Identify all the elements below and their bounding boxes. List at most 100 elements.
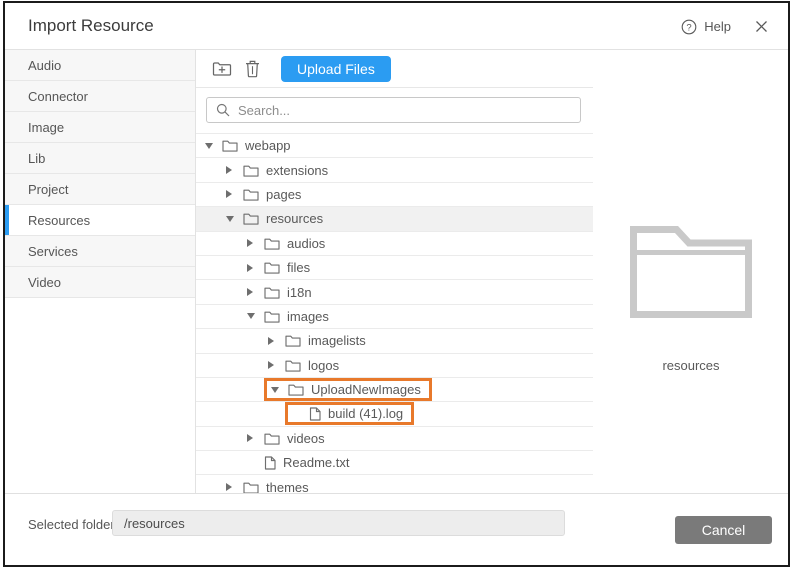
sidebar-item-label: Video <box>28 275 61 290</box>
dialog-title: Import Resource <box>28 16 154 36</box>
tree-row-label: themes <box>266 480 309 493</box>
new-folder-button[interactable] <box>212 60 232 77</box>
caret-right-icon[interactable] <box>226 483 240 491</box>
tree-row[interactable]: imagelists <box>196 329 593 353</box>
svg-text:?: ? <box>687 22 692 33</box>
help-label: Help <box>704 19 731 34</box>
tree-row-label: audios <box>287 236 325 251</box>
sidebar-item-video[interactable]: Video <box>5 267 195 298</box>
dialog-footer: Selected folder: Cancel <box>5 493 788 565</box>
sidebar-item-label: Project <box>28 182 68 197</box>
tree-row[interactable]: extensions <box>196 158 593 182</box>
caret-down-icon[interactable] <box>271 387 285 393</box>
tree-row[interactable]: audios <box>196 232 593 256</box>
caret-down-icon[interactable] <box>247 313 261 319</box>
tree-row-label: UploadNewImages <box>311 382 421 397</box>
file-browser-panel: Upload Files webapp extensions pages res… <box>196 50 593 493</box>
tree-row-content: logos <box>268 358 339 373</box>
tree-row-content: themes <box>226 480 309 493</box>
tree-row[interactable]: Readme.txt <box>196 451 593 475</box>
caret-right-icon[interactable] <box>268 361 282 369</box>
sidebar-item-label: Resources <box>28 213 90 228</box>
caret-right-icon[interactable] <box>247 264 261 272</box>
tree-row-content: Readme.txt <box>247 455 349 470</box>
sidebar-item-lib[interactable]: Lib <box>5 143 195 174</box>
tree-row-label: i18n <box>287 285 312 300</box>
tree-row-content: files <box>247 260 310 275</box>
dialog-header: Import Resource ? Help <box>5 3 788 50</box>
tree-row-label: extensions <box>266 163 328 178</box>
caret-right-icon[interactable] <box>247 239 261 247</box>
tree-row-content: resources <box>226 211 323 226</box>
folder-icon <box>264 310 280 323</box>
folder-icon <box>264 261 280 274</box>
tree-row-label: build (41).log <box>328 406 403 421</box>
sidebar: Audio Connector Image Lib Project Resources Se… <box>5 50 196 493</box>
tree-row-content: i18n <box>247 285 312 300</box>
tree-row-label: webapp <box>245 138 291 153</box>
caret-down-icon[interactable] <box>205 143 219 149</box>
close-icon <box>755 20 768 33</box>
tree-row-label: Readme.txt <box>283 455 349 470</box>
sidebar-item-project[interactable]: Project <box>5 174 195 205</box>
sidebar-item-connector[interactable]: Connector <box>5 81 195 112</box>
folder-icon <box>288 383 304 396</box>
caret-right-icon[interactable] <box>226 190 240 198</box>
tree-row[interactable]: files <box>196 256 593 280</box>
tree-row-label: resources <box>266 211 323 226</box>
tree-row[interactable]: UploadNewImages <box>196 378 593 402</box>
caret-right-icon[interactable] <box>247 288 261 296</box>
sidebar-item-label: Lib <box>28 151 45 166</box>
cancel-button[interactable]: Cancel <box>675 516 772 544</box>
folder-icon <box>243 481 259 493</box>
help-button[interactable]: ? Help <box>681 19 731 35</box>
highlight-box: build (41).log <box>285 402 414 425</box>
tree-row[interactable]: pages <box>196 183 593 207</box>
tree-row[interactable]: logos <box>196 354 593 378</box>
sidebar-item-image[interactable]: Image <box>5 112 195 143</box>
folder-icon <box>285 359 301 372</box>
trash-icon <box>245 60 260 78</box>
tree-row[interactable]: resources <box>196 207 593 231</box>
folder-icon <box>243 212 259 225</box>
sidebar-item-label: Services <box>28 244 78 259</box>
tree-row[interactable]: i18n <box>196 280 593 304</box>
selected-folder-field[interactable] <box>112 510 565 536</box>
sidebar-item-services[interactable]: Services <box>5 236 195 267</box>
folder-icon <box>243 188 259 201</box>
caret-right-icon[interactable] <box>247 434 261 442</box>
caret-right-icon[interactable] <box>268 337 282 345</box>
file-icon <box>309 407 321 421</box>
search-input[interactable] <box>238 103 571 118</box>
screen: Import Resource ? Help Audio Connector Ima… <box>0 0 793 570</box>
sidebar-item-resources[interactable]: Resources <box>5 205 195 236</box>
tree-row-content: extensions <box>226 163 328 178</box>
delete-button[interactable] <box>245 60 260 78</box>
tree-row[interactable]: themes <box>196 475 593 493</box>
toolbar: Upload Files <box>196 50 593 88</box>
tree-row[interactable]: build (41).log <box>196 402 593 426</box>
tree-row-label: pages <box>266 187 301 202</box>
close-button[interactable] <box>755 20 768 33</box>
tree-row-content: images <box>247 309 329 324</box>
tree-row-label: videos <box>287 431 325 446</box>
tree-row-label: imagelists <box>308 333 366 348</box>
folder-icon <box>264 237 280 250</box>
tree-row[interactable]: videos <box>196 427 593 451</box>
tree-row[interactable]: webapp <box>196 134 593 158</box>
sidebar-item-label: Connector <box>28 89 88 104</box>
large-folder-icon <box>629 225 753 324</box>
caret-right-icon[interactable] <box>226 166 240 174</box>
tree-row-content: audios <box>247 236 325 251</box>
tree-row-content: pages <box>226 187 301 202</box>
upload-files-button[interactable]: Upload Files <box>281 56 391 82</box>
tree-row[interactable]: images <box>196 305 593 329</box>
tree-row-label: images <box>287 309 329 324</box>
caret-down-icon[interactable] <box>226 216 240 222</box>
sidebar-item-audio[interactable]: Audio <box>5 50 195 81</box>
help-icon: ? <box>681 19 697 35</box>
file-tree: webapp extensions pages resources audios… <box>196 133 593 493</box>
file-icon <box>264 456 276 470</box>
search-box[interactable] <box>206 97 581 123</box>
folder-icon <box>243 164 259 177</box>
